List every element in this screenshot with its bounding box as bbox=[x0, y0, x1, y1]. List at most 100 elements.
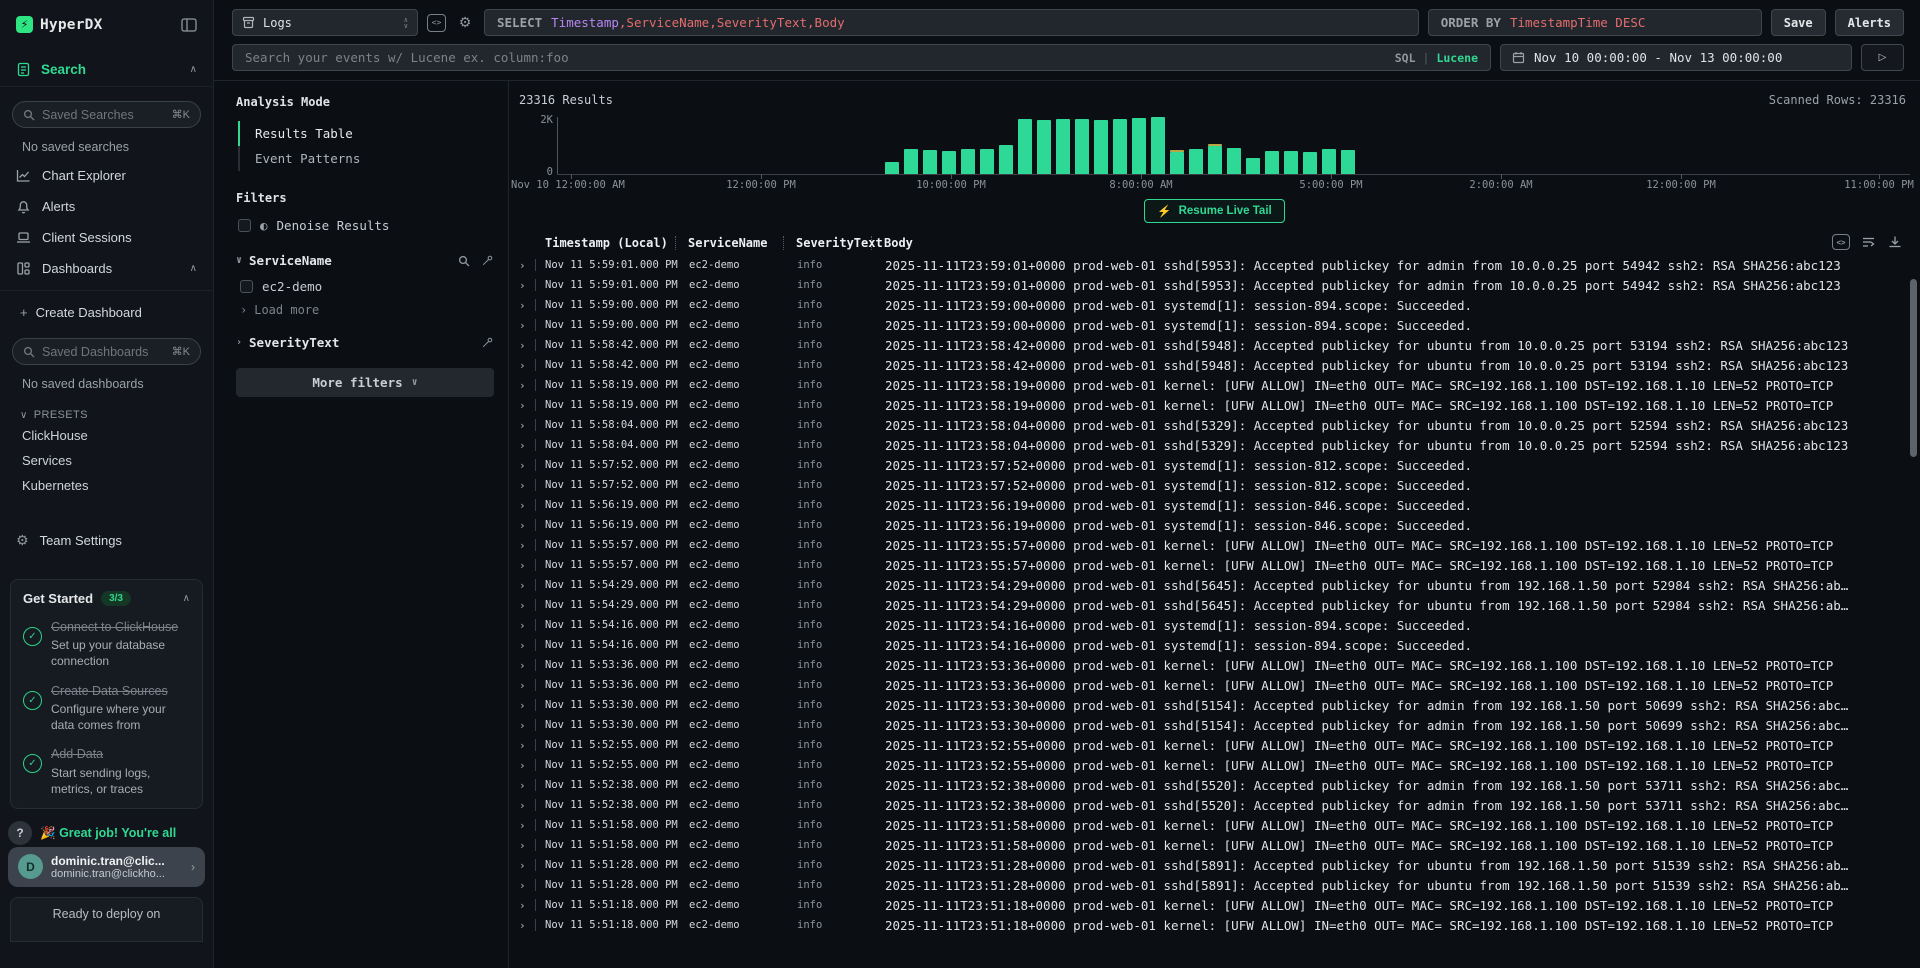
row-expand-chevron-icon[interactable]: › bbox=[519, 599, 535, 612]
table-row[interactable]: › Nov 11 5:58:04.000 PM ec2-demo info 20… bbox=[509, 415, 1920, 435]
table-row[interactable]: › Nov 11 5:57:52.000 PM ec2-demo info 20… bbox=[509, 455, 1920, 475]
row-expand-chevron-icon[interactable]: › bbox=[519, 339, 535, 352]
mode-results-table[interactable]: Results Table bbox=[238, 121, 494, 146]
table-row[interactable]: › Nov 11 5:59:01.000 PM ec2-demo info 20… bbox=[509, 275, 1920, 295]
resume-live-tail-button[interactable]: ⚡ Resume Live Tail bbox=[1144, 199, 1284, 223]
row-expand-chevron-icon[interactable]: › bbox=[519, 499, 535, 512]
app-logo[interactable]: ⚡ HyperDX bbox=[16, 16, 103, 33]
row-expand-chevron-icon[interactable]: › bbox=[519, 879, 535, 892]
saved-dashboards-input[interactable]: Saved Dashboards ⌘K bbox=[12, 338, 201, 365]
sidebar-preset-kubernetes[interactable]: Kubernetes bbox=[0, 473, 213, 498]
row-expand-chevron-icon[interactable]: › bbox=[519, 739, 535, 752]
table-row[interactable]: › Nov 11 5:56:19.000 PM ec2-demo info 20… bbox=[509, 495, 1920, 515]
date-range-picker[interactable]: Nov 10 00:00:00 - Nov 13 00:00:00 bbox=[1500, 44, 1852, 71]
pin-icon[interactable] bbox=[481, 254, 494, 267]
row-expand-chevron-icon[interactable]: › bbox=[519, 459, 535, 472]
table-row[interactable]: › Nov 11 5:53:36.000 PM ec2-demo info 20… bbox=[509, 655, 1920, 675]
table-row[interactable]: › Nov 11 5:53:36.000 PM ec2-demo info 20… bbox=[509, 675, 1920, 695]
sidebar-item-dashboards[interactable]: Dashboards ∧ bbox=[0, 253, 213, 284]
row-expand-chevron-icon[interactable]: › bbox=[519, 559, 535, 572]
row-expand-chevron-icon[interactable]: › bbox=[519, 619, 535, 632]
row-expand-chevron-icon[interactable]: › bbox=[519, 279, 535, 292]
row-expand-chevron-icon[interactable]: › bbox=[519, 439, 535, 452]
table-row[interactable]: › Nov 11 5:54:29.000 PM ec2-demo info 20… bbox=[509, 575, 1920, 595]
help-icon[interactable]: ? bbox=[8, 821, 32, 845]
sidebar-collapse-icon[interactable] bbox=[181, 18, 197, 32]
results-histogram[interactable]: 2K 0 Nov 10 12:00:00 AM12:00:00 PM10:00:… bbox=[509, 113, 1920, 193]
column-header-servicename[interactable]: ServiceName bbox=[676, 236, 784, 250]
table-row[interactable]: › Nov 11 5:52:38.000 PM ec2-demo info 20… bbox=[509, 775, 1920, 795]
row-expand-chevron-icon[interactable]: › bbox=[519, 899, 535, 912]
column-header-body[interactable]: Body bbox=[872, 236, 1920, 250]
row-expand-chevron-icon[interactable]: › bbox=[519, 679, 535, 692]
mode-event-patterns[interactable]: Event Patterns bbox=[238, 146, 494, 171]
table-row[interactable]: › Nov 11 5:58:19.000 PM ec2-demo info 20… bbox=[509, 375, 1920, 395]
saved-searches-input[interactable]: Saved Searches ⌘K bbox=[12, 101, 201, 128]
sidebar-item-team-settings[interactable]: ⚙ Team Settings bbox=[0, 524, 213, 557]
table-row[interactable]: › Nov 11 5:51:18.000 PM ec2-demo info 20… bbox=[509, 895, 1920, 915]
sidebar-item-client-sessions[interactable]: Client Sessions bbox=[0, 222, 213, 253]
row-expand-chevron-icon[interactable]: › bbox=[519, 699, 535, 712]
table-row[interactable]: › Nov 11 5:59:00.000 PM ec2-demo info 20… bbox=[509, 295, 1920, 315]
row-expand-chevron-icon[interactable]: › bbox=[519, 819, 535, 832]
table-row[interactable]: › Nov 11 5:56:19.000 PM ec2-demo info 20… bbox=[509, 515, 1920, 535]
row-expand-chevron-icon[interactable]: › bbox=[519, 379, 535, 392]
deploy-banner[interactable]: Ready to deploy on bbox=[10, 897, 203, 942]
save-button[interactable]: Save bbox=[1771, 9, 1826, 36]
row-expand-chevron-icon[interactable]: › bbox=[519, 319, 535, 332]
row-expand-chevron-icon[interactable]: › bbox=[519, 399, 535, 412]
row-expand-chevron-icon[interactable]: › bbox=[519, 779, 535, 792]
chevron-up-icon[interactable]: ∧ bbox=[190, 64, 197, 75]
table-row[interactable]: › Nov 11 5:52:38.000 PM ec2-demo info 20… bbox=[509, 795, 1920, 815]
lang-toggle-sql[interactable]: SQL bbox=[1395, 51, 1416, 65]
get-started-item[interactable]: ✓ Create Data Sources Configure where yo… bbox=[23, 683, 190, 734]
row-expand-chevron-icon[interactable]: › bbox=[519, 259, 535, 272]
select-columns-input[interactable]: SELECTTimestamp,ServiceName,SeverityText… bbox=[484, 9, 1419, 36]
table-row[interactable]: › Nov 11 5:55:57.000 PM ec2-demo info 20… bbox=[509, 555, 1920, 575]
view-source-icon[interactable]: <> bbox=[1832, 234, 1850, 250]
row-expand-chevron-icon[interactable]: › bbox=[519, 919, 535, 932]
sidebar-item-alerts[interactable]: Alerts bbox=[0, 191, 213, 222]
row-expand-chevron-icon[interactable]: › bbox=[519, 839, 535, 852]
row-expand-chevron-icon[interactable]: › bbox=[519, 639, 535, 652]
row-expand-chevron-icon[interactable]: › bbox=[519, 579, 535, 592]
row-expand-chevron-icon[interactable]: › bbox=[519, 759, 535, 772]
sidebar-item-chart-explorer[interactable]: Chart Explorer bbox=[0, 160, 213, 191]
table-row[interactable]: › Nov 11 5:51:28.000 PM ec2-demo info 20… bbox=[509, 875, 1920, 895]
get-started-item[interactable]: ✓ Add Data Start sending logs, metrics, … bbox=[23, 746, 190, 797]
user-card[interactable]: D dominic.tran@clic... dominic.tran@clic… bbox=[8, 847, 205, 887]
run-query-button[interactable]: ▷ bbox=[1861, 44, 1904, 71]
sidebar-item-search[interactable]: Search ∧ bbox=[0, 53, 213, 87]
get-started-header[interactable]: Get Started 3/3 ∧ bbox=[23, 591, 190, 606]
chevron-up-icon[interactable]: ∧ bbox=[183, 593, 190, 604]
row-expand-chevron-icon[interactable]: › bbox=[519, 799, 535, 812]
download-icon[interactable] bbox=[1888, 235, 1902, 249]
column-header-timestamp[interactable]: Timestamp (Local) bbox=[535, 236, 676, 250]
row-expand-chevron-icon[interactable]: › bbox=[519, 659, 535, 672]
row-expand-chevron-icon[interactable]: › bbox=[519, 299, 535, 312]
table-row[interactable]: › Nov 11 5:58:42.000 PM ec2-demo info 20… bbox=[509, 335, 1920, 355]
row-expand-chevron-icon[interactable]: › bbox=[519, 419, 535, 432]
table-row[interactable]: › Nov 11 5:58:42.000 PM ec2-demo info 20… bbox=[509, 355, 1920, 375]
table-row[interactable]: › Nov 11 5:58:04.000 PM ec2-demo info 20… bbox=[509, 435, 1920, 455]
table-row[interactable]: › Nov 11 5:57:52.000 PM ec2-demo info 20… bbox=[509, 475, 1920, 495]
row-expand-chevron-icon[interactable]: › bbox=[519, 479, 535, 492]
denoise-checkbox[interactable] bbox=[238, 219, 251, 232]
sidebar-preset-services[interactable]: Services bbox=[0, 448, 213, 473]
order-by-input[interactable]: ORDER BYTimestampTime DESC bbox=[1428, 9, 1762, 36]
edit-sql-icon-button[interactable]: <> bbox=[427, 14, 446, 32]
table-row[interactable]: › Nov 11 5:54:16.000 PM ec2-demo info 20… bbox=[509, 615, 1920, 635]
table-row[interactable]: › Nov 11 5:59:01.000 PM ec2-demo info 20… bbox=[509, 255, 1920, 275]
column-header-severitytext[interactable]: SeverityText bbox=[784, 236, 872, 250]
lang-toggle-lucene[interactable]: Lucene bbox=[1436, 51, 1478, 65]
get-started-item[interactable]: ✓ Connect to ClickHouse Set up your data… bbox=[23, 619, 190, 670]
source-settings-gear-icon[interactable]: ⚙ bbox=[455, 14, 475, 31]
alerts-button[interactable]: Alerts bbox=[1835, 9, 1904, 36]
presets-section-toggle[interactable]: ∨ PRESETS bbox=[0, 397, 213, 423]
filter-value-ec2-demo[interactable]: ec2-demo bbox=[240, 279, 494, 294]
filter-search-icon[interactable] bbox=[458, 255, 470, 267]
more-filters-button[interactable]: More filters ∨ bbox=[236, 368, 494, 397]
row-expand-chevron-icon[interactable]: › bbox=[519, 719, 535, 732]
chevron-up-icon[interactable]: ∧ bbox=[190, 263, 197, 274]
table-row[interactable]: › Nov 11 5:58:19.000 PM ec2-demo info 20… bbox=[509, 395, 1920, 415]
